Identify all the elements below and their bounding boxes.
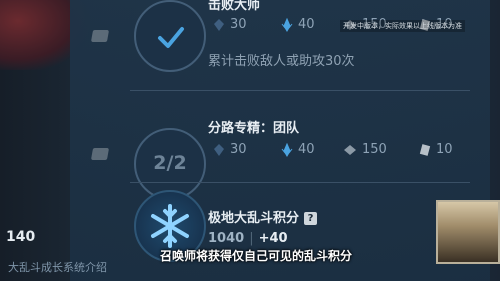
help-icon[interactable]: ? bbox=[304, 212, 318, 225]
divider bbox=[130, 90, 470, 91]
achievement-title: 分路专精：团队 bbox=[208, 121, 300, 136]
reward-crystal: 40 bbox=[280, 17, 315, 32]
video-caption: 大乱斗成长系统介绍 bbox=[8, 261, 107, 274]
dev-version-watermark: 开发中版本，实际效果以上线版本为准 bbox=[340, 20, 465, 32]
reward-token: 10 bbox=[418, 142, 453, 157]
diamond-icon bbox=[344, 144, 356, 155]
aram-points-title: 极地大乱斗积分? bbox=[208, 207, 318, 226]
crystal-icon bbox=[281, 17, 293, 32]
achievement-title: 击败大师 bbox=[208, 0, 261, 13]
blue-essence-icon bbox=[214, 143, 224, 156]
check-icon bbox=[158, 27, 184, 48]
game-screen: 击败大师 30 40 150 10 开发中版本，实际效果以上线版本为准 累计击败… bbox=[0, 0, 500, 281]
scroll-icon bbox=[90, 148, 110, 160]
reward-crystal: 40 bbox=[280, 142, 315, 157]
left-value: 140 bbox=[6, 229, 36, 245]
achievement-description: 累计击败敌人或助攻30次 bbox=[208, 54, 355, 69]
reward-blue-essence: 30 bbox=[212, 17, 247, 32]
points-gain: +40 bbox=[258, 231, 288, 246]
blue-essence-icon bbox=[214, 18, 224, 31]
crystal-icon bbox=[281, 142, 293, 157]
aram-points-value: 1040 | +40 bbox=[208, 231, 288, 246]
token-icon bbox=[419, 143, 431, 156]
reward-blue-essence: 30 bbox=[212, 142, 247, 157]
divider bbox=[130, 182, 470, 183]
reward-diamond: 150 bbox=[342, 142, 387, 157]
reward-card-image bbox=[436, 200, 500, 264]
progress-count: 2/2 bbox=[153, 152, 187, 174]
separator: | bbox=[249, 231, 254, 246]
points-current: 1040 bbox=[208, 231, 245, 246]
scroll-icon bbox=[90, 30, 110, 42]
video-subtitle: 召唤师将获得仅自己可见的乱斗积分 bbox=[159, 249, 352, 263]
achievement-complete-badge bbox=[134, 0, 206, 72]
